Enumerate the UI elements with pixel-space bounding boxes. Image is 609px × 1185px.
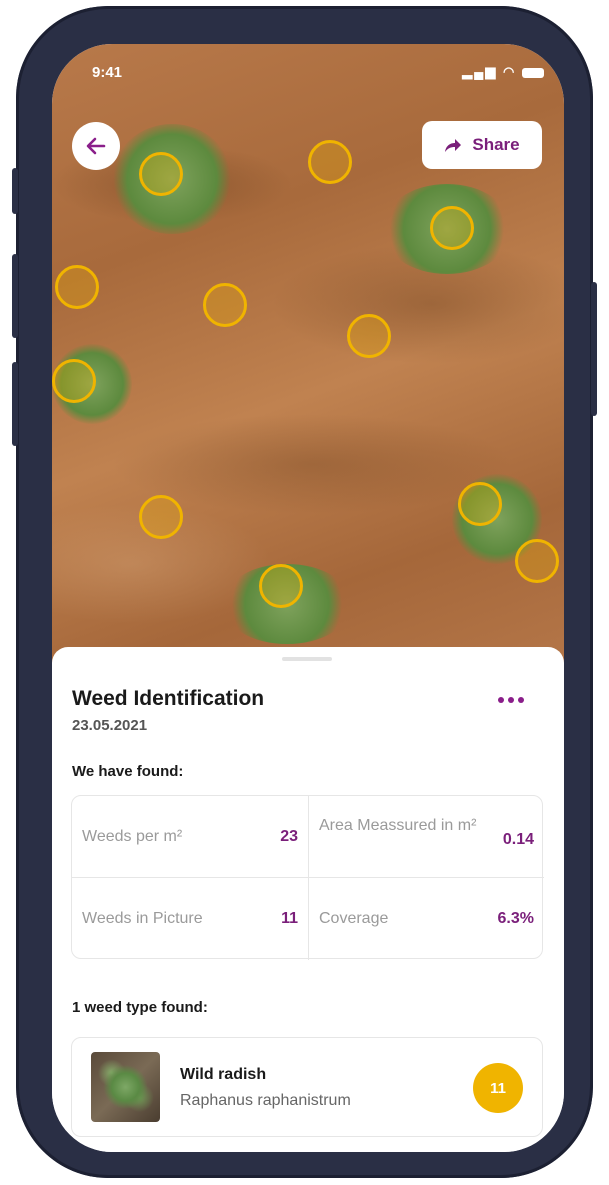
more-options-button[interactable] <box>496 691 526 709</box>
weed-marker[interactable] <box>347 314 391 358</box>
weed-scientific-name: Raphanus raphanistrum <box>180 1092 351 1109</box>
share-label: Share <box>472 135 520 154</box>
wifi-icon: ◠ <box>503 64 517 79</box>
stat-label: Weeds per m² <box>82 828 183 845</box>
share-button[interactable]: Share <box>422 121 542 169</box>
weed-type-card[interactable]: Wild radish Raphanus raphanistrum 11 <box>71 1037 543 1137</box>
volume-up-button <box>12 254 18 338</box>
weed-marker[interactable] <box>139 495 183 539</box>
signal-icon: ▂▄▆ <box>462 64 498 79</box>
status-time: 9:41 <box>92 64 123 81</box>
volume-down-button <box>12 362 18 446</box>
mute-switch <box>12 168 18 214</box>
weed-marker[interactable] <box>259 564 303 608</box>
types-heading: 1 weed type found: <box>72 999 208 1016</box>
stat-coverage: Coverage 6.3% <box>309 878 544 960</box>
weed-name: Wild radish <box>180 1066 267 1083</box>
found-heading: We have found: <box>72 763 184 780</box>
power-button <box>591 282 597 416</box>
weed-marker[interactable] <box>308 140 352 184</box>
arrow-left-icon <box>86 137 106 155</box>
battery-icon <box>522 67 544 78</box>
weed-marker[interactable] <box>52 359 96 403</box>
weed-marker[interactable] <box>458 482 502 526</box>
more-dot-icon <box>498 697 504 703</box>
share-arrow-icon <box>445 139 462 152</box>
stat-weeds-per-m2: Weeds per m² 23 <box>72 796 308 877</box>
more-dot-icon <box>518 697 524 703</box>
stat-value: 11 <box>281 910 298 927</box>
results-sheet: Weed Identification 23.05.2021 We have f… <box>52 647 564 1152</box>
stats-grid: Weeds per m² 23 Area Meassured in m² 0.1… <box>71 795 544 960</box>
weed-count-badge: 11 <box>473 1063 523 1113</box>
more-dot-icon <box>508 697 514 703</box>
status-icons: ▂▄▆ ◠ <box>462 64 544 80</box>
weed-marker[interactable] <box>430 206 474 250</box>
stat-label: Weeds in Picture <box>82 910 203 927</box>
stat-label: Coverage <box>319 910 389 927</box>
weed-marker[interactable] <box>515 539 559 583</box>
back-button[interactable] <box>72 122 120 170</box>
weed-marker[interactable] <box>139 152 183 196</box>
sheet-handle[interactable] <box>282 657 332 661</box>
stat-value: 23 <box>280 828 298 845</box>
screen: 9:41 ▂▄▆ ◠ Share Weed Identification 23.… <box>52 44 564 1152</box>
stat-weeds-in-picture: Weeds in Picture 11 <box>72 878 308 960</box>
stat-value: 6.3% <box>497 910 534 927</box>
weed-marker[interactable] <box>55 265 99 309</box>
weed-thumbnail <box>91 1052 160 1122</box>
page-title: Weed Identification <box>72 687 265 710</box>
report-date: 23.05.2021 <box>72 717 148 734</box>
stat-area-measured: Area Meassured in m² 0.14 <box>309 796 544 877</box>
stat-value: 0.14 <box>502 831 534 848</box>
weed-marker[interactable] <box>203 283 247 327</box>
stat-label: Area Meassured in m² <box>319 817 477 834</box>
